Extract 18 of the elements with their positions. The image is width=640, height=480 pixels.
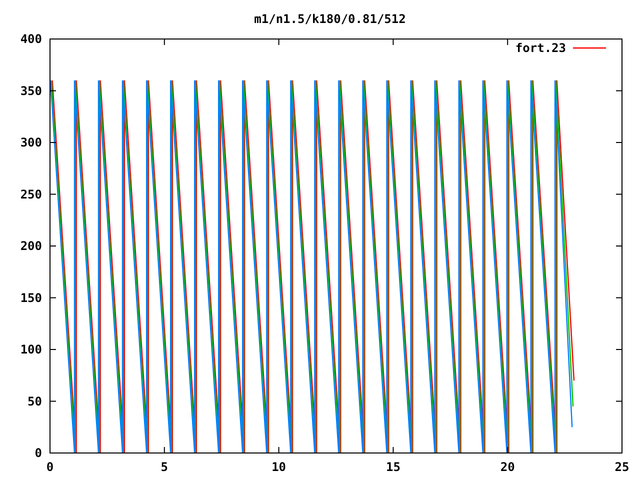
y-tick-label: 100 [20, 342, 42, 356]
y-tick-label: 400 [20, 32, 42, 46]
x-tick-label: 10 [272, 460, 286, 474]
y-tick-label: 350 [20, 84, 42, 98]
x-tick-label: 0 [46, 460, 54, 474]
y-tick-label: 300 [20, 136, 42, 150]
x-tick-label: 25 [614, 460, 630, 474]
x-tick-label: 15 [386, 460, 400, 474]
y-tick-label: 0 [34, 446, 42, 460]
x-tick-label: 20 [500, 460, 515, 474]
y-tick-label: 200 [20, 239, 42, 253]
y-tick-label: 150 [20, 290, 42, 305]
y-tick-label: 250 [20, 187, 42, 202]
legend-line [573, 47, 606, 49]
y-tick-label: 50 [28, 394, 42, 408]
legend-label: fort.23 [515, 41, 566, 55]
chart-title: m1/n1.5/k180/0.81/512 [254, 12, 406, 26]
x-tick-label: 5 [160, 460, 168, 474]
